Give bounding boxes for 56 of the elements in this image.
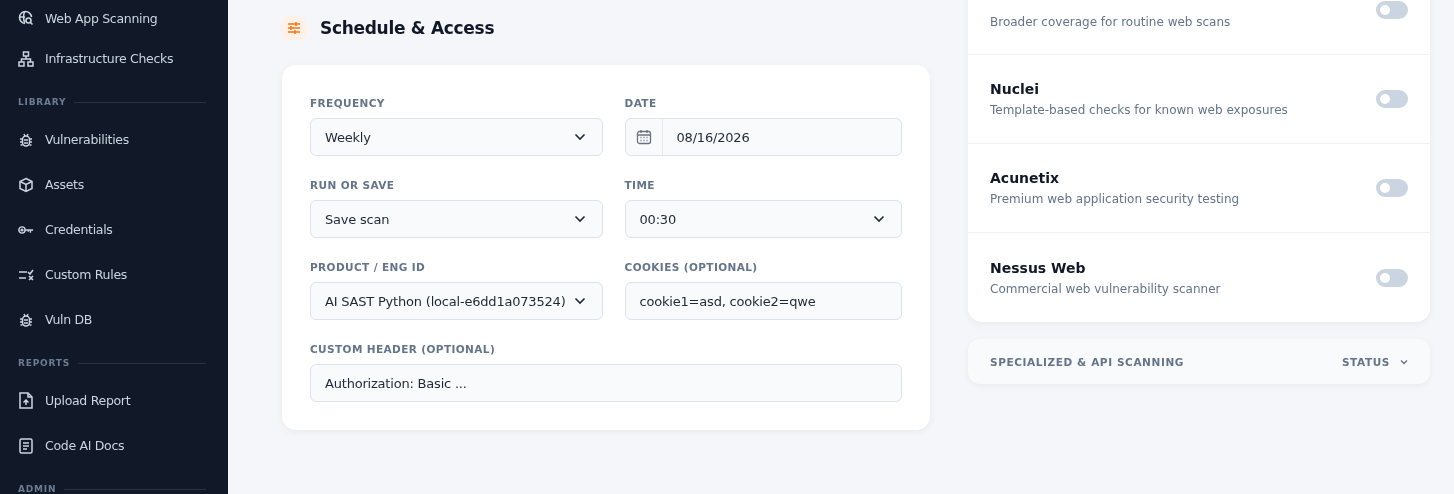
globe-search-icon: [18, 10, 34, 26]
chevron-down-icon: [873, 215, 885, 223]
sidebar-item[interactable]: Custom Rules: [18, 252, 206, 297]
chevron-down-icon: [1400, 358, 1408, 365]
scanner-name: Acunetix: [990, 170, 1061, 186]
toggle-switch[interactable]: [1376, 90, 1408, 108]
scanner-description: Template-based checks for known web exposures: [990, 103, 1288, 117]
sidebar-item[interactable]: Vulnerabilities: [18, 117, 206, 162]
chevron-down-icon: [573, 297, 586, 305]
field-label: PRODUCT / ENG ID: [310, 261, 427, 273]
chevron-down-icon: [573, 133, 586, 141]
sliders-icon: [282, 16, 306, 40]
section-heading: REPORTS: [18, 358, 71, 368]
document-icon: [18, 437, 34, 454]
field-label: CUSTOM HEADER (OPTIONAL): [310, 343, 497, 355]
section-heading: ADMIN: [18, 484, 57, 494]
sidebar-item[interactable]: Upload Report: [18, 378, 206, 423]
status-dropdown[interactable]: STATUS: [1341, 355, 1408, 368]
toggle-switch[interactable]: [1376, 179, 1408, 197]
sidebar-item[interactable]: Vuln DB: [18, 297, 206, 342]
toggle-switch[interactable]: [1376, 1, 1408, 19]
select-field[interactable]: 00:30: [624, 200, 902, 238]
date-field[interactable]: 08/16/2026: [624, 118, 902, 156]
file-upload-icon: [18, 392, 34, 409]
input-field[interactable]: cookie1=asd, cookie2=qwe: [624, 282, 902, 320]
chevron-down-icon: [573, 215, 586, 223]
input-field[interactable]: Authorization: Basic ...: [310, 364, 902, 402]
sidebar-item[interactable]: Credentials: [18, 207, 206, 252]
section-title: Schedule & Access: [320, 18, 495, 38]
calendar-icon: [635, 129, 652, 145]
scanner-description: Broader coverage for routine web scans: [990, 14, 1231, 29]
scanner-name: Nessus Web: [990, 259, 1087, 276]
bug-icon: [18, 311, 34, 328]
panel-title: SPECIALIZED & API SCANNING: [990, 355, 1184, 368]
field-label: FREQUENCY: [310, 97, 386, 109]
list-check-icon: [18, 267, 34, 282]
section-heading: LIBRARY: [18, 97, 67, 107]
bug-icon: [18, 131, 34, 148]
scanner-name: Nuclei: [990, 81, 1041, 97]
select-field[interactable]: Weekly: [310, 118, 603, 156]
toggle-switch[interactable]: [1376, 268, 1408, 287]
select-field[interactable]: Save scan: [310, 200, 603, 238]
sidebar-item[interactable]: Code AI Docs: [18, 423, 206, 468]
network-icon: [18, 50, 34, 67]
key-icon: [18, 223, 34, 236]
field-label: RUN OR SAVE: [310, 179, 396, 191]
sidebar-item[interactable]: Infrastructure Checks: [18, 36, 206, 81]
field-label: DATE: [624, 97, 658, 109]
field-label: TIME: [624, 179, 656, 191]
cube-icon: [18, 176, 34, 193]
field-label: COOKIES (OPTIONAL): [624, 261, 759, 273]
sidebar-item[interactable]: Web App Scanning: [18, 0, 206, 36]
scanner-description: Commercial web vulnerability scanner: [990, 281, 1221, 296]
select-field[interactable]: AI SAST Python (local-e6dd1a073524): [310, 282, 603, 320]
scanner-description: Premium web application security testing: [990, 192, 1240, 206]
sidebar-item[interactable]: Assets: [18, 162, 206, 207]
